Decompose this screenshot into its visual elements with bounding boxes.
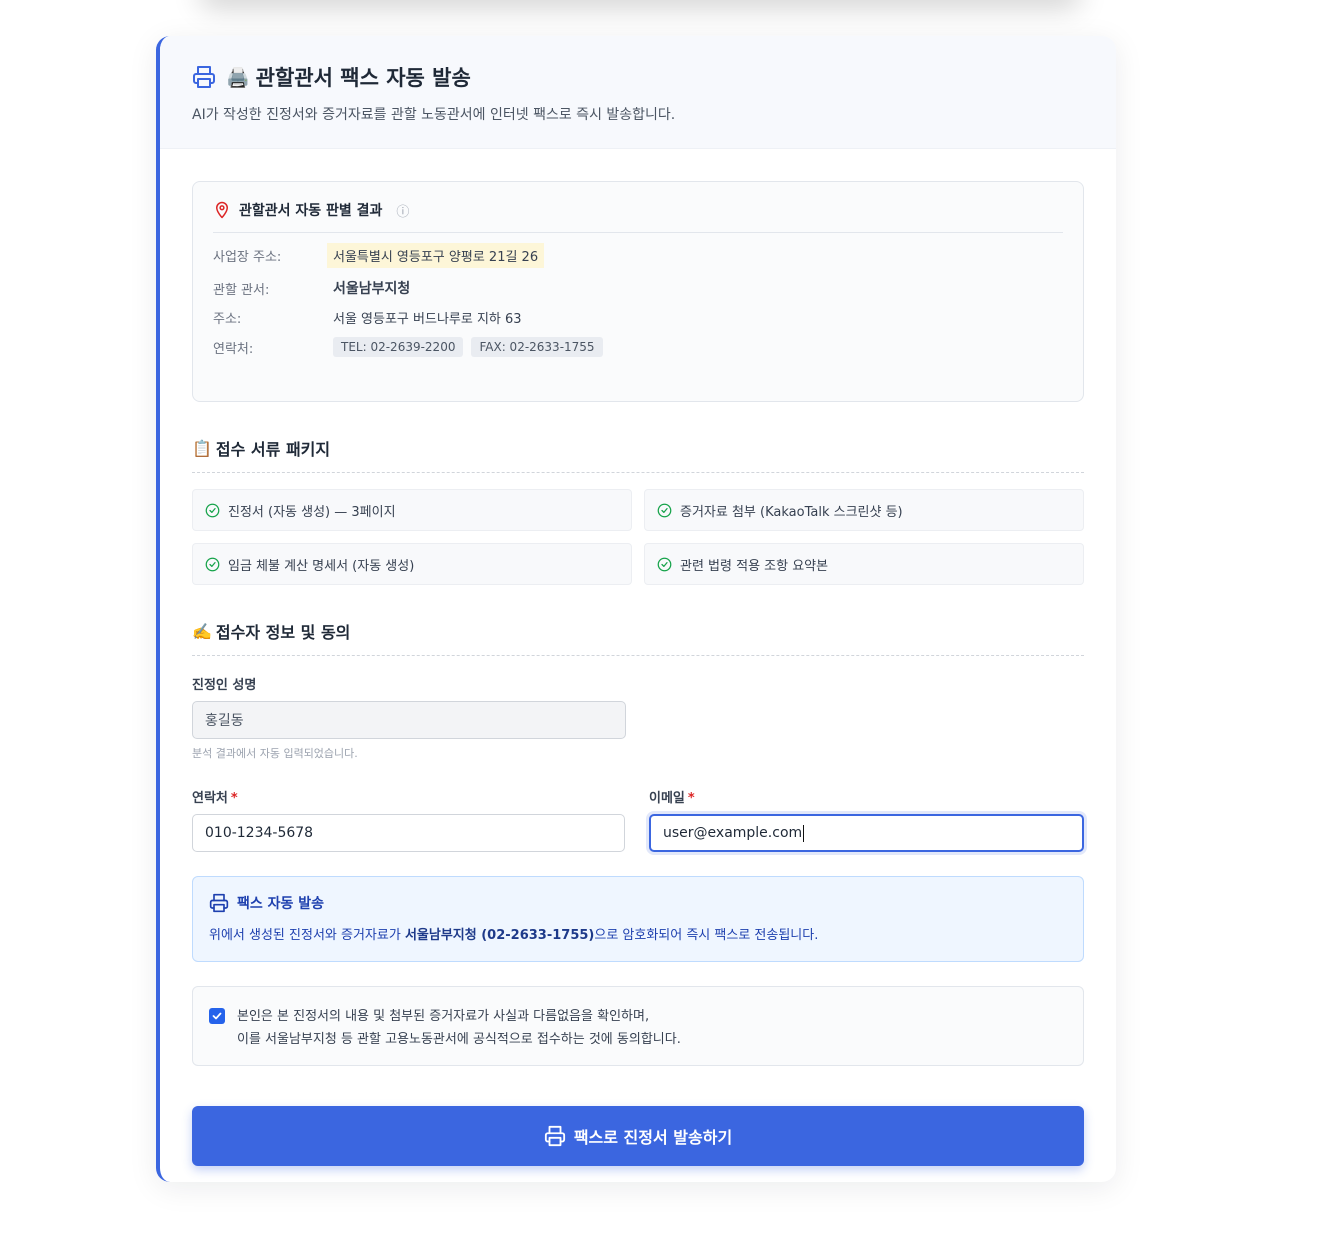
email-value: user@example.com: [663, 825, 803, 841]
page-title: 관할관서 팩스 자동 발송: [255, 66, 471, 90]
submit-fax-button[interactable]: 팩스로 진정서 발송하기: [192, 1106, 1084, 1166]
page-subtitle: AI가 작성한 진정서와 증거자료를 관할 노동관서에 인터넷 팩스로 즉시 발…: [192, 107, 676, 123]
name-label: 진정인 성명: [192, 678, 257, 693]
consent-checkbox[interactable]: [209, 1008, 225, 1024]
email-field[interactable]: user@example.com: [649, 814, 1084, 852]
printer-icon: [544, 1125, 565, 1147]
doc-item: 임금 체불 계산 명세서 (자동 생성): [192, 543, 632, 585]
doc-item: 관련 법령 적용 조항 요약본: [644, 543, 1084, 585]
phone-field[interactable]: 010-1234-5678: [192, 814, 625, 852]
printer-icon: [193, 66, 215, 88]
writing-hand-icon: ✍️: [192, 621, 212, 641]
docs-section-title-text: 접수 서류 패키지: [215, 440, 331, 459]
docs-grid: 진정서 (자동 생성) — 3페이지 증거자료 첨부 (KakaoTalk 스크…: [192, 489, 1084, 585]
address-label: 주소:: [213, 312, 242, 327]
office-address: 서울 영등포구 버드나루로 지하 63: [333, 312, 522, 327]
office-heading: 관할관서 자동 판별 결과 ⓘ: [213, 200, 1063, 233]
email-group: 이메일 * user@example.com: [649, 787, 1084, 852]
office-result-box: 관할관서 자동 판별 결과 ⓘ 사업장 주소: 서울특별시 영등포구 양평로 2…: [192, 181, 1084, 402]
card-title: 🖨️ 관할관서 팩스 자동 발송: [192, 62, 1116, 92]
doc-item-label: 임금 체불 계산 명세서 (자동 생성): [228, 558, 415, 574]
name-hint: 분석 결과에서 자동 입력되었습니다.: [192, 747, 358, 760]
office-heading-text: 관할관서 자동 판별 결과: [239, 203, 383, 219]
email-label: 이메일 *: [649, 791, 695, 806]
fax-notice-title-text: 팩스 자동 발송: [237, 896, 325, 912]
fax-target: 서울남부지청 (02-2633-1755): [404, 928, 595, 943]
phone-label: 연락처 *: [192, 791, 238, 806]
fax-notice-title: 팩스 자동 발송: [209, 893, 1067, 913]
required-mark: *: [687, 791, 695, 806]
office-name: 서울남부지청: [333, 281, 411, 297]
tel-chip: TEL: 02-2639-2200: [333, 337, 464, 357]
applicant-section-title: ✍️ 접수자 정보 및 동의: [192, 619, 1084, 656]
consent-text: 본인은 본 진정서의 내용 및 첨부된 증거자료가 사실과 다름없음을 확인하며…: [237, 1005, 681, 1065]
doc-item-label: 증거자료 첨부 (KakaoTalk 스크린샷 등): [680, 504, 903, 520]
submit-label: 팩스로 진정서 발송하기: [573, 1128, 733, 1147]
consent-box: 본인은 본 진정서의 내용 및 첨부된 증거자료가 사실과 다름없음을 확인하며…: [192, 986, 1084, 1066]
doc-item-label: 관련 법령 적용 조항 요약본: [680, 558, 829, 574]
checkmark-icon: [212, 1012, 222, 1020]
info-icon[interactable]: ⓘ: [396, 201, 409, 220]
required-mark: *: [230, 791, 238, 806]
check-circle-icon: [205, 557, 220, 571]
consent-line-1: 본인은 본 진정서의 내용 및 첨부된 증거자료가 사실과 다름없음을 확인하며…: [237, 1009, 650, 1024]
fax-notice: 팩스 자동 발송 위에서 생성된 진정서와 증거자료가 서울남부지청 (02-2…: [192, 876, 1084, 962]
fax-notice-desc: 위에서 생성된 진정서와 증거자료가 서울남부지청 (02-2633-1755)…: [209, 928, 819, 943]
card-header: 🖨️ 관할관서 팩스 자동 발송 AI가 작성한 진정서와 증거자료를 관할 노…: [160, 36, 1116, 149]
name-group: 진정인 성명 홍길동 분석 결과에서 자동 입력되었습니다.: [192, 674, 626, 761]
fax-card: 🖨️ 관할관서 팩스 자동 발송 AI가 작성한 진정서와 증거자료를 관할 노…: [156, 36, 1116, 1182]
office-label: 관할 관서:: [213, 282, 270, 298]
printer-icon: [209, 893, 229, 913]
check-circle-icon: [657, 503, 672, 517]
applicant-section-title-text: 접수자 정보 및 동의: [215, 623, 351, 642]
phone-group: 연락처 * 010-1234-5678: [192, 787, 625, 852]
clipboard-icon: 📋: [192, 438, 212, 458]
fax-chip: FAX: 02-2633-1755: [471, 337, 603, 357]
address-row: 주소: 서울 영등포구 버드나루로 지하 63: [213, 308, 1063, 327]
contact-label: 연락처:: [213, 341, 254, 357]
workplace-row: 사업장 주소: 서울특별시 영등포구 양평로 21길 26: [213, 243, 1063, 268]
doc-item: 증거자료 첨부 (KakaoTalk 스크린샷 등): [644, 489, 1084, 531]
workplace-address: 서울특별시 영등포구 양평로 21길 26: [327, 243, 545, 268]
fax-emoji-icon: 🖨️: [226, 66, 250, 89]
consent-line-2: 이를 서울남부지청 등 관할 고용노동관서에 공식적으로 접수하는 것에 동의합…: [237, 1032, 681, 1047]
check-circle-icon: [205, 503, 220, 517]
docs-section-title: 📋 접수 서류 패키지: [192, 436, 1084, 473]
contact-fields: 연락처 * 010-1234-5678 이메일 * user@example.com: [192, 787, 1084, 852]
office-row: 관할 관서: 서울남부지청: [213, 278, 1063, 298]
doc-item: 진정서 (자동 생성) — 3페이지: [192, 489, 632, 531]
name-field[interactable]: 홍길동: [192, 701, 626, 739]
doc-item-label: 진정서 (자동 생성) — 3페이지: [228, 504, 396, 520]
check-circle-icon: [657, 557, 672, 571]
map-pin-icon: [216, 201, 228, 219]
workplace-label: 사업장 주소:: [213, 250, 282, 265]
text-cursor: [803, 824, 805, 842]
contact-row: 연락처: TEL: 02-2639-2200 FAX: 02-2633-1755: [213, 337, 1063, 357]
